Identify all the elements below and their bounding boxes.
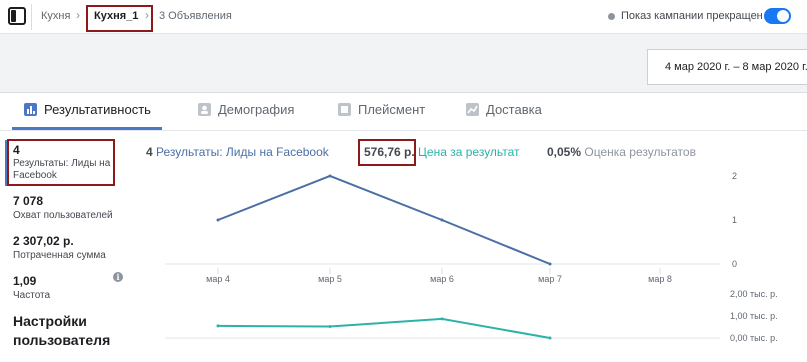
- y-tick-label: 0: [732, 259, 737, 269]
- x-tick-label: мар 4: [206, 274, 230, 284]
- y-tick-label: 2: [732, 171, 737, 181]
- series-line: [217, 317, 551, 339]
- data-point: [548, 262, 552, 266]
- data-point: [216, 324, 220, 328]
- data-point: [216, 218, 220, 222]
- charts-area: 0 1 2 мар 4 мар 5 мар 6 мар 7 мар 8 0,00 тыс. р.…: [165, 171, 778, 343]
- series-line: [217, 174, 551, 265]
- y-tick-label: 0,00 тыс. р.: [730, 333, 778, 343]
- data-point: [440, 317, 444, 321]
- y-tick-label: 1: [732, 215, 737, 225]
- x-tick-label: мар 5: [318, 274, 342, 284]
- data-point: [548, 336, 552, 340]
- data-point: [440, 218, 444, 222]
- data-point: [328, 325, 332, 329]
- y-tick-label: 1,00 тыс. р.: [730, 311, 778, 321]
- x-tick-label: мар 7: [538, 274, 562, 284]
- x-tick-label: мар 6: [430, 274, 454, 284]
- y-tick-label: 2,00 тыс. р.: [730, 289, 778, 299]
- x-tick-label: мар 8: [648, 274, 672, 284]
- data-point: [328, 174, 332, 178]
